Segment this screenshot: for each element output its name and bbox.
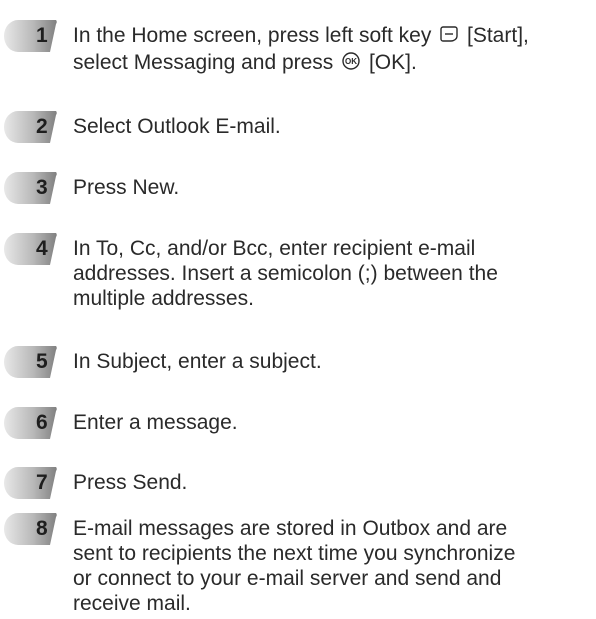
step-7: 7 Press Send.	[0, 465, 596, 501]
step-list: 1 In the Home screen, press left soft ke…	[0, 0, 596, 619]
step-number: 1	[36, 24, 48, 47]
step-number: 7	[36, 471, 48, 494]
step-8: 8 E-mail messages are stored in Outbox a…	[0, 511, 596, 619]
step-badge-shape	[4, 20, 57, 52]
step-text-line: receive mail.	[73, 592, 191, 615]
step-text: Enter a message.	[73, 411, 238, 434]
step-badge-shape	[4, 111, 57, 143]
step-badge: 4	[4, 231, 60, 267]
step-badge-shape	[4, 407, 57, 439]
step-badge-shape	[4, 172, 57, 204]
step-text: In To, Cc, and/or Bcc, enter recipient e…	[73, 236, 593, 311]
step-badge: 6	[4, 405, 60, 441]
step-1: 1 In the Home screen, press left soft ke…	[0, 18, 596, 78]
step-number: 3	[36, 176, 48, 199]
step-text-line: multiple addresses.	[73, 287, 254, 310]
step-badge: 2	[4, 109, 60, 145]
step-text-segment: [Start],	[461, 24, 529, 47]
step-badge-shape	[4, 233, 57, 265]
step-text-line: addresses. Insert a semicolon (;) betwee…	[73, 262, 498, 285]
step-badge: 7	[4, 465, 60, 501]
step-5: 5 In Subject, enter a subject.	[0, 344, 596, 380]
step-text-segment: [OK].	[363, 51, 417, 74]
step-badge-shape	[4, 513, 57, 545]
step-4: 4 In To, Cc, and/or Bcc, enter recipient…	[0, 231, 596, 315]
step-number: 6	[36, 411, 48, 434]
step-text-line: E-mail messages are stored in Outbox and…	[73, 517, 508, 540]
step-badge: 5	[4, 344, 60, 380]
step-text-segment: select Messaging and press	[73, 51, 340, 74]
step-text: E-mail messages are stored in Outbox and…	[73, 516, 593, 616]
step-text-line: In To, Cc, and/or Bcc, enter recipient e…	[73, 237, 476, 260]
step-text: In the Home screen, press left soft key …	[73, 23, 593, 77]
step-badge: 1	[4, 18, 60, 54]
step-text: Select Outlook E-mail.	[73, 115, 281, 138]
step-text-line: In the Home screen, press left soft key …	[73, 23, 593, 50]
step-badge-shape	[4, 467, 57, 499]
ok-key-icon: OK	[341, 51, 361, 77]
left-soft-key-icon	[439, 24, 459, 50]
step-text-line: or connect to your e-mail server and sen…	[73, 567, 502, 590]
svg-text:OK: OK	[345, 57, 357, 66]
step-6: 6 Enter a message.	[0, 405, 596, 441]
step-number: 2	[36, 115, 48, 138]
step-3: 3 Press New.	[0, 170, 596, 206]
step-text-segment: In the Home screen, press left soft key	[73, 24, 438, 47]
step-text-line: sent to recipients the next time you syn…	[73, 542, 516, 565]
step-number: 4	[36, 237, 48, 260]
step-badge-shape	[4, 346, 57, 378]
step-text-line: select Messaging and press OK [OK].	[73, 50, 593, 77]
step-badge: 3	[4, 170, 60, 206]
step-number: 8	[36, 517, 48, 540]
step-text: In Subject, enter a subject.	[73, 350, 322, 373]
step-2: 2 Select Outlook E-mail.	[0, 109, 596, 145]
step-text: Press Send.	[73, 471, 188, 494]
step-badge: 8	[4, 511, 60, 547]
step-text: Press New.	[73, 176, 180, 199]
step-number: 5	[36, 350, 48, 373]
